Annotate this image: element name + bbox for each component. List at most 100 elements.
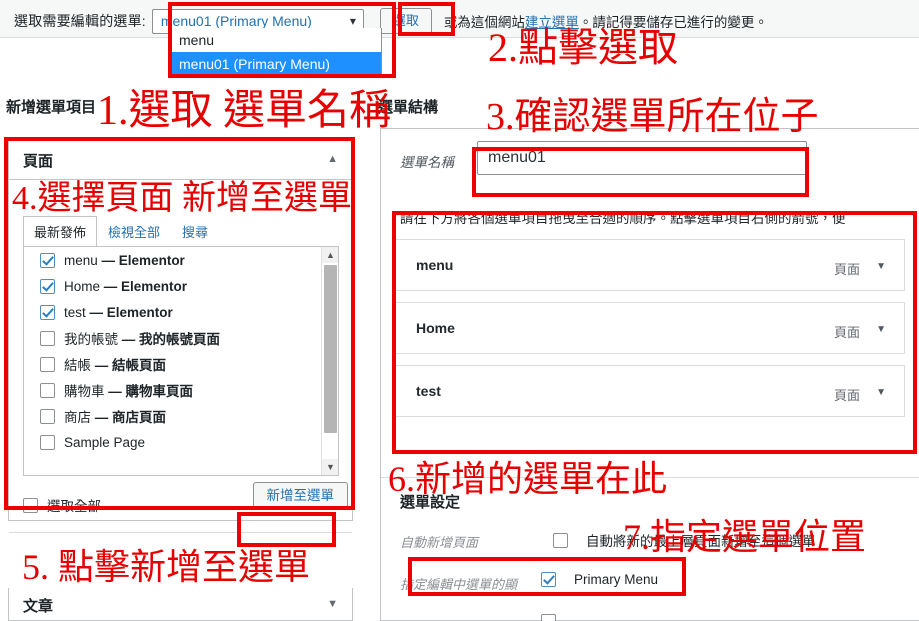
page-label: Home — Elementor [64,279,187,294]
menu-item-row[interactable]: Home 頁面 ▼ [395,302,905,354]
select-button[interactable]: 選取 [379,8,432,34]
annotation-5: 5. 點擊新增至選單 [22,547,311,587]
page-label: 結帳 — 結帳頁面 [64,354,166,374]
menu-selector-label: 選取需要編輯的選單: [14,13,146,29]
triangle-down-icon[interactable]: ▼ [876,324,886,335]
pages-tabs[interactable]: 最新發佈 檢視全部 搜尋 [23,216,219,246]
page-name: test [64,304,86,320]
list-item[interactable]: 結帳 — 結帳頁面 [24,351,338,377]
page-checkbox[interactable] [40,330,55,346]
tab-recent[interactable]: 最新發佈 [23,216,98,246]
annotation-4: 4.選擇頁面 新增至選單 [12,180,352,217]
page-name: Sample Page [64,434,146,450]
annotation-2: 2.點擊選取 [488,25,678,70]
page-checkbox[interactable] [40,278,55,294]
page-name: 我的帳號 [64,332,118,347]
chevron-up-icon[interactable]: ▲ [327,153,338,165]
menu-name-input[interactable]: menu01 [477,141,807,175]
page-name: 結帳 [64,358,91,373]
list-item[interactable]: 商店 — 商店頁面 [24,403,338,429]
annotation-1: 1.選取 選單名稱 [97,88,392,134]
page-checkbox[interactable] [40,382,55,398]
page-name: menu [64,252,98,268]
page-checkbox[interactable] [40,408,55,424]
menu-items-list: menu 頁面 ▼ Home 頁面 ▼ test 頁面 ▼ [395,239,905,428]
page-suffix: — Elementor [89,304,173,320]
posts-metabox-title: 文章 [23,598,54,615]
list-item[interactable]: Sample Page [24,429,338,455]
triangle-down-icon[interactable]: ▼ [322,459,338,475]
drag-hint-text: 請在下方將各個選單項目拖曳至合適的順序。點擊選單項目右側的箭號，便 [400,211,846,226]
annotation-3: 3.確認選單所在位子 [486,96,819,138]
menu-item-row[interactable]: test 頁面 ▼ [395,365,905,417]
page-suffix: — 結帳頁面 [94,358,167,373]
add-to-menu-button[interactable]: 新增至選單 [252,482,348,510]
menu-option-menu01[interactable]: menu01 (Primary Menu) [171,52,381,76]
menu-select-value: menu01 (Primary Menu) [160,13,312,29]
posts-metabox-header[interactable]: 文章 ▼ [8,588,353,621]
pages-list-scrollbar[interactable]: ▲ ▼ [321,247,338,475]
menu-item-label: menu [416,257,454,273]
auto-add-pages-checkbox[interactable] [553,532,568,548]
menu-selector-bar: 選取需要編輯的選單: menu01 (Primary Menu) ▾ 選取 或為… [0,0,919,38]
menu-select-options-list[interactable]: menu menu01 (Primary Menu) [170,28,382,77]
menu-item-label: test [416,383,441,399]
page-label: menu — Elementor [64,253,185,268]
menu-item-type: 頁面 [833,262,860,277]
triangle-down-icon[interactable]: ▼ [876,387,886,398]
list-item[interactable]: Home — Elementor [24,273,338,299]
primary-menu-checkbox[interactable] [541,572,556,587]
page-label: 我的帳號 — 我的帳號頁面 [64,328,220,348]
tab-search[interactable]: 搜尋 [171,216,219,246]
panel-divider [9,532,352,533]
pages-checkbox-list: menu — Elementor Home — Elementor test —… [23,246,339,476]
triangle-down-icon[interactable]: ▼ [876,261,886,272]
chevron-down-icon: ▾ [349,14,356,28]
secondary-menu-checkbox[interactable] [541,614,556,621]
page-checkbox[interactable] [40,252,55,268]
page-name: Home [64,278,101,294]
pages-metabox-title: 頁面 [23,153,54,170]
pages-list-scroll: menu — Elementor Home — Elementor test —… [24,247,338,475]
page-suffix: — Elementor [101,252,185,268]
page-name: 購物車 [64,384,105,399]
annotation-6: 6.新增的選單在此 [388,459,668,499]
secondary-location-value[interactable] [541,614,565,621]
triangle-up-icon[interactable]: ▲ [322,247,338,263]
primary-menu-option: Primary Menu [574,572,659,587]
page-suffix: — 我的帳號頁面 [121,332,221,347]
page-label: 商店 — 商店頁面 [64,406,166,426]
page-suffix: — 購物車頁面 [108,384,194,399]
menu-item-type: 頁面 [833,325,860,340]
page-label: 購物車 — 購物車頁面 [64,380,193,400]
chevron-down-icon[interactable]: ▼ [327,598,338,610]
display-location-value[interactable]: Primary Menu [541,572,658,587]
menu-name-label: 選單名稱 [400,155,454,170]
list-item[interactable]: menu — Elementor [24,247,338,273]
list-item[interactable]: 我的帳號 — 我的帳號頁面 [24,325,338,351]
list-item[interactable]: 購物車 — 購物車頁面 [24,377,338,403]
page-checkbox[interactable] [40,356,55,372]
scrollbar-thumb[interactable] [324,265,337,433]
pages-metabox-header[interactable]: 頁面 ▲ [9,140,352,180]
page-label: Sample Page [64,435,145,450]
auto-add-pages-label: 自動新增頁面 [400,535,479,550]
tab-view-all[interactable]: 檢視全部 [97,216,171,246]
page-suffix: — 商店頁面 [94,410,167,425]
page-checkbox[interactable] [40,304,55,320]
display-location-row: 指定編輯中選單的顯 Primary Menu [381,569,919,597]
display-location-row-secondary [381,611,919,621]
display-location-label: 指定編輯中選單的顯 [400,577,518,592]
page-name: 商店 [64,410,91,425]
menu-item-row[interactable]: menu 頁面 ▼ [395,239,905,291]
menu-option-menu[interactable]: menu [171,28,381,52]
select-all-label: 選取全部 [47,499,101,514]
menu-item-type: 頁面 [833,388,860,403]
add-menu-items-heading: 新增選單項目 [6,99,97,116]
page-checkbox[interactable] [40,434,55,450]
page-suffix: — Elementor [103,278,188,294]
select-all-checkbox[interactable] [23,497,38,513]
list-item[interactable]: test — Elementor [24,299,338,325]
page-label: test — Elementor [64,305,173,320]
menu-editor-screen: 選取需要編輯的選單: menu01 (Primary Menu) ▾ 選取 或為… [0,0,919,621]
